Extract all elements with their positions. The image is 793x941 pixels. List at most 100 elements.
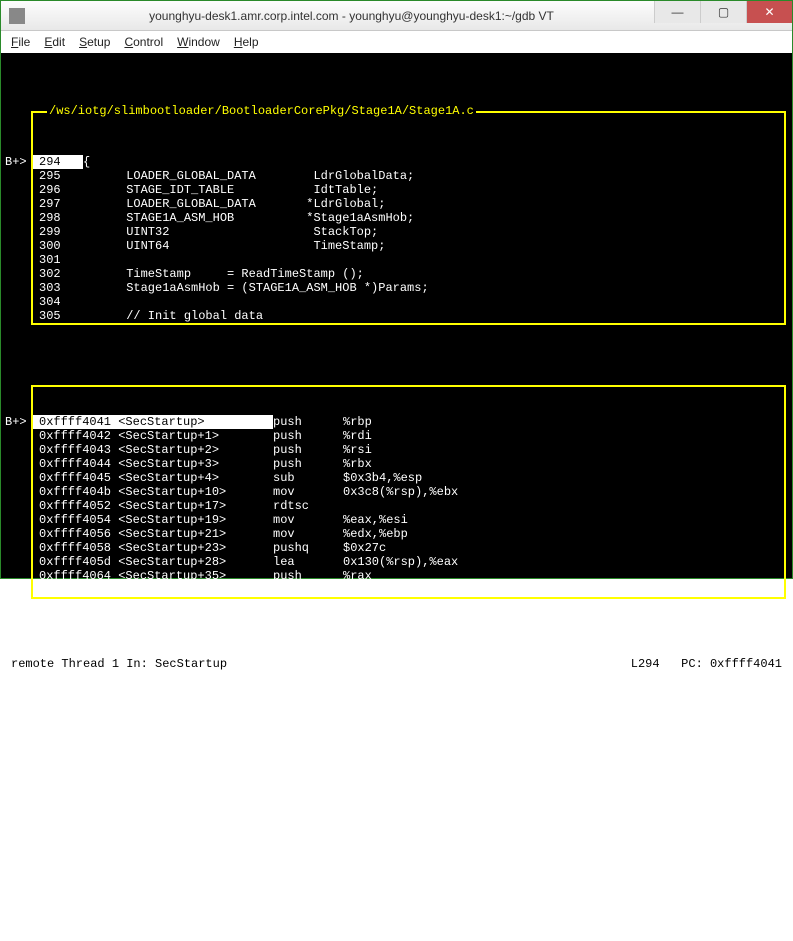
source-lineno: 299 [33,225,83,239]
asm-args: %rdi [343,429,784,443]
source-lineno: 304 [33,295,83,309]
source-panel-path: /ws/iotg/slimbootloader/BootloaderCorePk… [47,104,476,118]
asm-opcode: push [273,443,343,457]
gdb-output: 0x000000000000fff0 in ?? ()TE image base… [1,727,792,913]
source-line: 302 TimeStamp = ReadTimeStamp (); [33,267,784,281]
asm-args [343,499,784,513]
source-code: STAGE_IDT_TABLE IdtTable; [83,183,784,197]
asm-opcode: push [273,429,343,443]
source-line: 303 Stage1aAsmHob = (STAGE1A_ASM_HOB *)P… [33,281,784,295]
asm-args: %rsi [343,443,784,457]
asm-opcode: mov [273,527,343,541]
source-line: 304 [33,295,784,309]
asm-address: 0xffff4065 <SecStartup+36> [33,583,273,597]
source-code: TimeStamp = ReadTimeStamp (); [83,267,784,281]
source-lineno: 302 [33,267,83,281]
asm-line: 0xffff4045 <SecStartup+4>sub$0x3b4,%esp [33,471,784,485]
output-line: .text_addr = 0xffff14c0 [7,827,786,841]
source-code: { [83,155,784,169]
source-line: 295 LOADER_GLOBAL_DATA LdrGlobalData; [33,169,784,183]
output-line: Breakpoint 1 at 0xffff4041: file /ws/iot… [7,841,786,855]
asm-args: 0x3c8(%rsp),%ebx [343,485,784,499]
app-icon [9,8,25,24]
asm-opcode: sub [273,471,343,485]
asm-line: 0xffff4042 <SecStartup+1>push%rdi [33,429,784,443]
asm-opcode: pushq [273,541,343,555]
source-lineno: 303 [33,281,83,295]
window-titlebar: younghyu-desk1.amr.corp.intel.com - youn… [1,1,792,31]
asm-opcode: callq [273,583,343,597]
asm-address: 0xffff4042 <SecStartup+1> [33,429,273,443]
source-line: 294{B+> [33,155,784,169]
asm-args: $0x3b4,%esp [343,471,784,485]
source-code: STAGE1A_ASM_HOB *Stage1aAsmHob; [83,211,784,225]
asm-args: 0xffff3a74 <ZeroMem> [343,583,784,597]
source-line: 301 [33,253,784,267]
minimize-button[interactable]: — [654,1,700,23]
output-line: TE image base at 0xFFFF13D0 [7,743,786,757]
asm-line: 0xffff4056 <SecStartup+21>mov%edx,%ebp [33,527,784,541]
source-lineno: 298 [33,211,83,225]
menu-setup[interactable]: Setup [79,35,110,49]
asm-address: 0xffff4054 <SecStartup+19> [33,513,273,527]
menu-edit[interactable]: Edit [44,35,65,49]
asm-line: 0xffff4054 <SecStartup+19>mov%eax,%esi [33,513,784,527]
menubar: File Edit Setup Control Window Help [1,31,792,53]
asm-address: 0xffff404b <SecStartup+10> [33,485,273,499]
menu-control[interactable]: Control [124,35,163,49]
close-button[interactable]: ✕ [746,1,792,23]
status-thread: remote Thread 1 In: SecStartup [11,657,631,671]
gdb-source-panel: /ws/iotg/slimbootloader/BootloaderCorePk… [31,111,786,325]
asm-line: 0xffff404b <SecStartup+10>mov0x3c8(%rsp)… [33,485,784,499]
asm-line: 0xffff4043 <SecStartup+2>push%rsi [33,443,784,457]
asm-opcode: mov [273,513,343,527]
source-line: 297 LOADER_GLOBAL_DATA *LdrGlobal; [33,197,784,211]
asm-args: $0x27c [343,541,784,555]
asm-opcode: push [273,415,343,429]
source-lineno: 301 [33,253,83,267]
asm-args: 0x130(%rsp),%eax [343,555,784,569]
source-line: 296 STAGE_IDT_TABLE IdtTable; [33,183,784,197]
asm-args: %eax,%esi [343,513,784,527]
source-lineno: 305 [33,309,83,323]
breakpoint-marker: B+> [5,155,27,169]
menu-window[interactable]: Window [177,35,220,49]
asm-address: 0xffff405d <SecStartup+28> [33,555,273,569]
source-code: LOADER_GLOBAL_DATA LdrGlobalData; [83,169,784,183]
output-line: Breakpoint 1, SecStartup (Params=0x0) at… [7,855,786,869]
terminal[interactable]: /ws/iotg/slimbootloader/BootloaderCorePk… [1,53,792,578]
output-line: Loading symbol /ws/iotg/slimbootloader/B… [7,771,786,799]
source-code [83,253,784,267]
source-line: 305 // Init global data [33,309,784,323]
asm-address: 0xffff4052 <SecStartup+17> [33,499,273,513]
asm-line: 0xffff4058 <SecStartup+23>pushq$0x27c [33,541,784,555]
output-line: (gdb) layout next [7,883,786,897]
maximize-button[interactable]: ▢ [700,1,746,23]
menu-file[interactable]: File [11,35,30,49]
asm-line: 0xffff4044 <SecStartup+3>push%rbx [33,457,784,471]
asm-line: 0xffff405d <SecStartup+28>lea0x130(%rsp)… [33,555,784,569]
source-code: UINT32 StackTop; [83,225,784,239]
asm-opcode: push [273,569,343,583]
source-lineno: 296 [33,183,83,197]
asm-line: 0xffff4064 <SecStartup+35>push%rax [33,569,784,583]
asm-line: 0xffff4041 <SecStartup>push%rbpB+> [33,415,784,429]
asm-address: 0xffff4043 <SecStartup+2> [33,443,273,457]
asm-address: 0xffff4044 <SecStartup+3> [33,457,273,471]
source-code: Stage1aAsmHob = (STAGE1A_ASM_HOB *)Param… [83,281,784,295]
gdb-prompt: (gdb) [7,897,50,911]
source-lineno: 295 [33,169,83,183]
asm-address: 0xffff4041 <SecStartup> [33,415,273,429]
source-lineno: 300 [33,239,83,253]
source-line: 298 STAGE1A_ASM_HOB *Stage1aAsmHob; [33,211,784,225]
asm-line: 0xffff4052 <SecStartup+17>rdtsc [33,499,784,513]
source-code: // Init global data [83,309,784,323]
source-code: LOADER_GLOBAL_DATA *LdrGlobal; [83,197,784,211]
output-line: 0x000000000000fff0 in ?? () [7,729,786,743]
menu-help[interactable]: Help [234,35,259,49]
status-location: L294 PC: 0xffff4041 [631,657,782,671]
gdb-status-line: remote Thread 1 In: SecStartup L294 PC: … [7,657,786,671]
output-line: (gdb) layout asm [7,869,786,883]
gdb-prompt-line[interactable]: (gdb) [7,897,786,911]
asm-args: %rbp [343,415,784,429]
